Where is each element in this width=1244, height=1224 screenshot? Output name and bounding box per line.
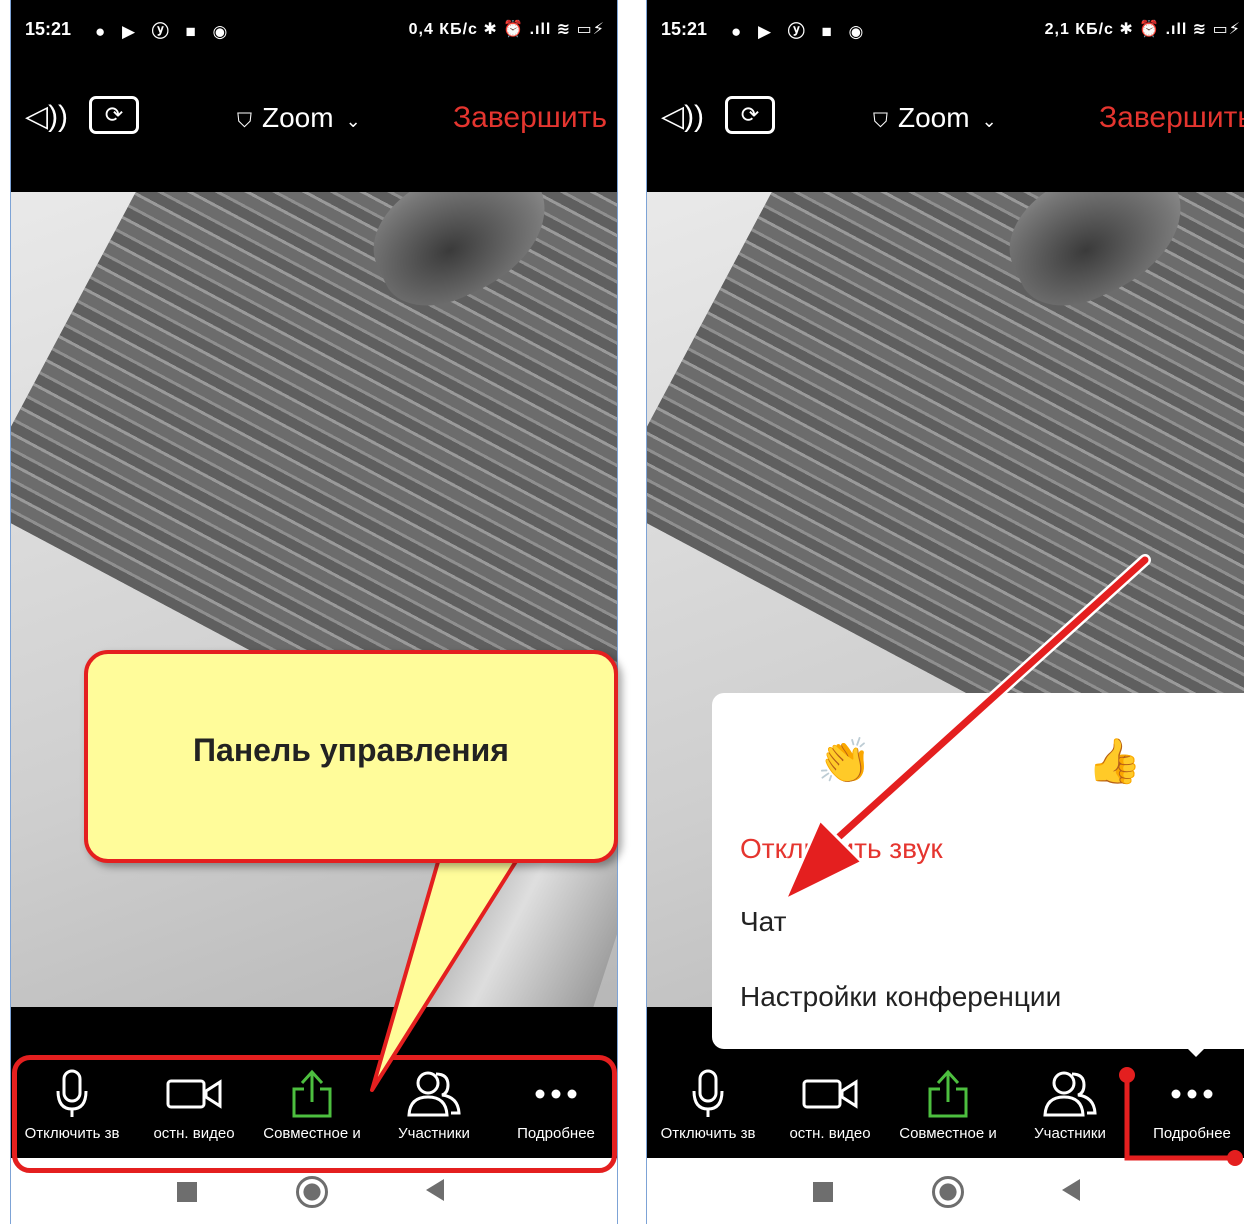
annotation-overlay xyxy=(370,554,1243,1166)
red-connector xyxy=(1119,1067,1243,1166)
red-arrow xyxy=(781,554,1151,904)
callout-tail xyxy=(370,853,522,1092)
callout-label: Панель управления xyxy=(193,732,509,768)
